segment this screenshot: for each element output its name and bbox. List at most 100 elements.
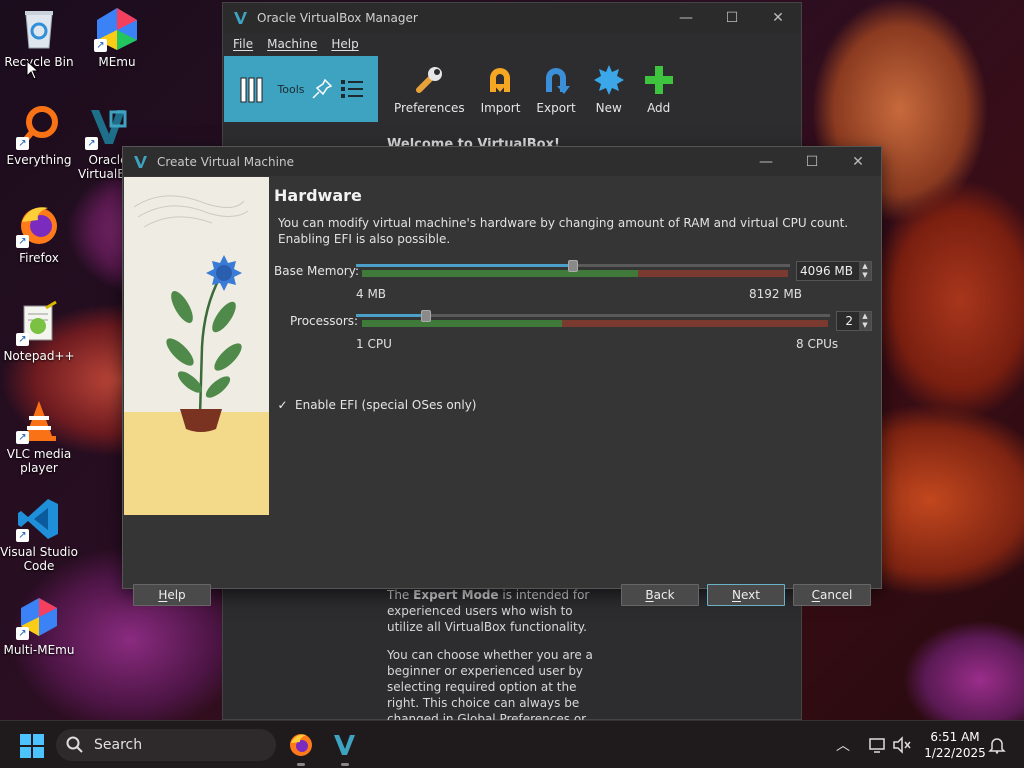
shortcut-arrow-icon: ↗ [94, 39, 107, 52]
menu-help[interactable]: Help [331, 37, 358, 51]
shortcut-arrow-icon: ↗ [16, 627, 29, 640]
expert-mode-paragraph: The Expert Mode is intended for experien… [387, 587, 597, 635]
preferences-button[interactable]: Preferences [394, 63, 465, 115]
taskbar-search[interactable]: Search [56, 729, 276, 761]
taskbar-firefox[interactable] [287, 731, 315, 766]
base-memory-value: 4096 MB [800, 264, 853, 278]
help-button[interactable]: Help [133, 584, 211, 606]
virtualbox-icon [334, 735, 355, 755]
notepadpp-icon: ↗ [16, 300, 62, 346]
desktop-icon-notepadpp[interactable]: ↗ Notepad++ [0, 300, 78, 363]
mnemonic-letter: N [732, 588, 741, 602]
spin-arrows[interactable]: ▲ ▼ [859, 312, 871, 330]
shortcut-arrow-icon: ↗ [16, 333, 29, 346]
start-button[interactable] [20, 734, 44, 758]
windows-logo-tile [33, 747, 44, 758]
volume-muted-icon[interactable] [892, 735, 912, 755]
back-button[interactable]: Back [621, 584, 699, 606]
chevron-up-icon[interactable]: ︿ [836, 735, 854, 755]
plant-illustration [124, 177, 269, 515]
minimize-button[interactable]: — [663, 3, 709, 33]
base-memory-slider[interactable] [356, 260, 790, 279]
menu-machine[interactable]: Machine [267, 37, 317, 51]
close-button[interactable]: ✕ [755, 3, 801, 33]
manager-title: Oracle VirtualBox Manager [257, 11, 418, 25]
taskbar-clock[interactable]: 6:51 AM 1/22/2025 [920, 729, 990, 761]
mnemonic-letter: B [645, 588, 654, 602]
slider-zone-red [638, 270, 788, 277]
spin-up-icon[interactable]: ▲ [859, 312, 871, 321]
desktop-icon-memu[interactable]: ↗ MEmu [78, 6, 156, 69]
plus-icon [642, 63, 676, 97]
taskbar-virtualbox[interactable] [331, 731, 359, 766]
desktop-icon-multi-memu[interactable]: ↗ Multi-MEmu [0, 594, 78, 657]
shortcut-arrow-icon: ↗ [16, 235, 29, 248]
desktop-icon-label: Everything [6, 153, 72, 167]
slider-zone-red [562, 320, 828, 327]
base-memory-label: Base Memory: [274, 264, 360, 278]
add-button[interactable]: Add [642, 63, 676, 115]
mouse-cursor-icon [26, 60, 40, 80]
processors-slider-handle[interactable] [421, 310, 431, 322]
export-icon [539, 63, 573, 97]
desktop-icon-label: Visual Studio Code [0, 545, 78, 573]
base-memory-slider-handle[interactable] [568, 260, 578, 272]
tools-label: Tools [277, 82, 305, 96]
virtualbox-icon [134, 155, 147, 168]
spin-down-icon[interactable]: ▼ [859, 321, 871, 330]
desktop-icon-label: Notepad++ [3, 349, 75, 363]
spin-arrows[interactable]: ▲ ▼ [859, 262, 871, 280]
cancel-button[interactable]: Cancel [793, 584, 871, 606]
network-icon[interactable] [868, 735, 888, 755]
dialog-minimize-button[interactable]: — [743, 147, 789, 177]
next-button[interactable]: Next [707, 584, 785, 606]
dialog-close-button[interactable]: ✕ [835, 147, 881, 177]
import-icon [483, 63, 517, 97]
create-vm-dialog: Create Virtual Machine — ☐ ✕ Hardware Yo… [122, 146, 882, 606]
desktop-icon-label: Firefox [19, 251, 59, 265]
menu-file[interactable]: File [233, 37, 253, 51]
shortcut-arrow-icon: ↗ [16, 431, 29, 444]
enable-efi-checkbox[interactable]: ✓ Enable EFI (special OSes only) [276, 398, 476, 412]
base-memory-spinbox[interactable]: 4096 MB ▲ ▼ [796, 261, 872, 281]
text-segment: The [387, 588, 414, 602]
spin-down-icon[interactable]: ▼ [859, 271, 871, 280]
cpu-min-label: 1 CPU [356, 337, 392, 351]
firefox-icon [290, 734, 312, 756]
tools-icon [240, 77, 263, 103]
spin-up-icon[interactable]: ▲ [859, 262, 871, 271]
expert-mode-bold: Expert Mode [413, 588, 499, 602]
dialog-maximize-button[interactable]: ☐ [789, 147, 835, 177]
desktop-icon-vscode[interactable]: ↗ Visual Studio Code [0, 496, 78, 573]
windows-logo-tile [20, 747, 31, 758]
search-placeholder: Search [94, 737, 143, 753]
desktop-icon-label: Multi-MEmu [3, 643, 75, 657]
import-button[interactable]: Import [480, 63, 521, 115]
export-button[interactable]: Export [536, 63, 576, 115]
new-label: New [595, 101, 622, 115]
processors-spinbox[interactable]: 2 ▲ ▼ [836, 311, 872, 331]
memory-min-label: 4 MB [356, 287, 387, 301]
page-description: You can modify virtual machine's hardwar… [278, 216, 849, 246]
desktop-icon-label: MEmu [98, 55, 136, 69]
import-label: Import [480, 101, 521, 115]
processors-slider[interactable] [356, 310, 830, 329]
hardware-page: Hardware You can modify virtual machine'… [274, 186, 872, 412]
running-indicator [297, 763, 305, 766]
clock-time: 6:51 AM [930, 730, 980, 744]
desktop-icon-vlc[interactable]: ↗ VLC media player [0, 398, 78, 475]
desktop-icon-firefox[interactable]: ↗ Firefox [0, 202, 78, 265]
manager-toolbar: Tools Preferences Import Export New Add [223, 55, 801, 123]
new-button[interactable]: New [592, 63, 626, 115]
preferences-label: Preferences [394, 101, 465, 115]
mnemonic-letter: H [158, 588, 168, 602]
vlc-cone-icon: ↗ [16, 398, 62, 444]
dialog-title: Create Virtual Machine [157, 154, 294, 169]
checkmark-icon: ✓ [277, 398, 288, 412]
multi-memu-icon: ↗ [16, 594, 62, 640]
notification-bell-icon[interactable] [988, 736, 1006, 754]
memu-icon: ↗ [94, 6, 140, 52]
maximize-button[interactable]: ☐ [709, 3, 755, 33]
tools-button[interactable]: Tools [224, 56, 378, 122]
desktop-icon-everything[interactable]: ↗ Everything [0, 104, 78, 167]
